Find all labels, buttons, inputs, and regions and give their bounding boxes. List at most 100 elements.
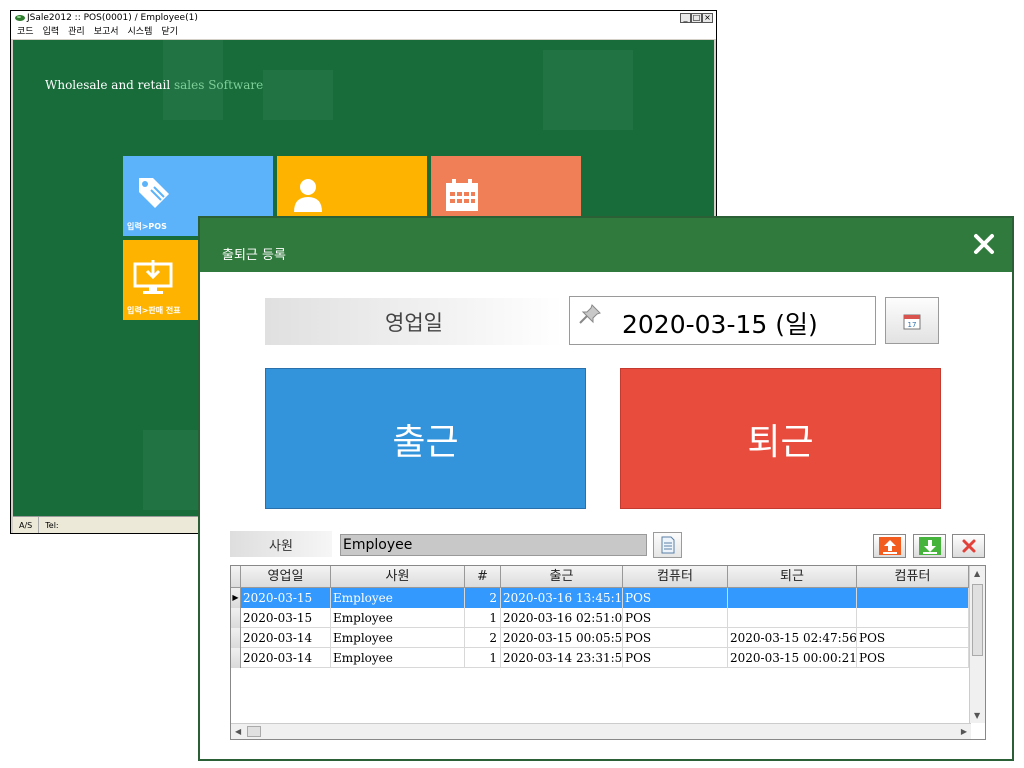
app-logo-icon xyxy=(15,15,25,21)
menu-item-close[interactable]: 닫기 xyxy=(161,25,178,39)
business-date-label: 영업일 xyxy=(265,298,563,345)
decoration-square xyxy=(263,70,333,120)
cell-out-computer xyxy=(857,608,969,628)
document-icon xyxy=(661,536,674,554)
scroll-down-icon[interactable]: ▼ xyxy=(974,711,980,720)
attendance-dialog: 출퇴근 등록 영업일 2020-03-15 (일) 17 출근 퇴근 사원 Em… xyxy=(198,216,1014,761)
cell-check-out xyxy=(728,588,857,608)
delete-button[interactable] xyxy=(952,534,985,558)
col-header-check-out[interactable]: 퇴근 xyxy=(728,566,857,588)
cell-employee: Employee xyxy=(331,608,465,628)
cell-check-in: 2020-03-14 23:31:52 xyxy=(501,648,623,668)
table-row[interactable]: 2020-03-14 Employee 2 2020-03-15 00:05:52 PO… xyxy=(231,628,969,648)
cell-in-computer: POS xyxy=(623,608,728,628)
col-header-out-computer[interactable]: 컴퓨터 xyxy=(857,566,969,588)
cell-check-out: 2020-03-15 00:00:21 xyxy=(728,648,857,668)
cell-date: 2020-03-15 xyxy=(241,608,331,628)
current-row-indicator-icon[interactable]: ▶ xyxy=(231,588,241,608)
menu-item-system[interactable]: 시스템 xyxy=(128,25,153,39)
horizontal-scroll-thumb[interactable] xyxy=(247,726,261,737)
decoration-square xyxy=(143,430,203,510)
dialog-title: 출퇴근 등록 xyxy=(222,248,286,263)
cell-check-out: 2020-03-15 02:47:56 xyxy=(728,628,857,648)
attendance-grid: 영업일 사원 # 출근 컴퓨터 퇴근 컴퓨터 ▶ 2020-03-15 Employ… xyxy=(230,565,986,740)
col-header-check-in[interactable]: 출근 xyxy=(501,566,623,588)
import-button[interactable] xyxy=(913,534,946,558)
vertical-scrollbar[interactable]: ▲ ▼ xyxy=(969,566,985,723)
check-in-button[interactable]: 출근 xyxy=(265,368,586,509)
employee-label: 사원 xyxy=(230,531,332,557)
window-controls: _ □ × xyxy=(680,13,713,23)
cell-check-in: 2020-03-16 13:45:19 xyxy=(501,588,623,608)
business-date-value: 2020-03-15 (일) xyxy=(622,310,818,339)
cell-date: 2020-03-14 xyxy=(241,628,331,648)
grid-header: 영업일 사원 # 출근 컴퓨터 퇴근 컴퓨터 xyxy=(231,566,969,588)
check-out-button[interactable]: 퇴근 xyxy=(620,368,941,509)
cell-seq: 1 xyxy=(465,608,501,628)
cell-seq: 2 xyxy=(465,588,501,608)
employee-lookup-button[interactable] xyxy=(653,532,682,558)
table-row[interactable]: 2020-03-15 Employee 1 2020-03-16 02:51:02 PO… xyxy=(231,608,969,628)
grid-header-corner xyxy=(231,566,241,588)
minimize-button[interactable]: _ xyxy=(680,13,691,23)
close-icon[interactable] xyxy=(972,232,996,256)
col-header-date[interactable]: 영업일 xyxy=(241,566,331,588)
main-title-bar: JSale2012 :: POS(0001) / Employee(1) _ □… xyxy=(11,11,716,25)
employee-field[interactable]: Employee xyxy=(340,534,647,556)
cell-check-in: 2020-03-16 02:51:02 xyxy=(501,608,623,628)
download-icon xyxy=(918,537,941,555)
cell-seq: 1 xyxy=(465,648,501,668)
tile-label: 입력>판매 전표 xyxy=(127,306,181,315)
vertical-scroll-thumb[interactable] xyxy=(972,584,983,656)
menu-item-manage[interactable]: 관리 xyxy=(68,25,85,39)
cell-seq: 2 xyxy=(465,628,501,648)
table-row[interactable]: ▶ 2020-03-15 Employee 2 2020-03-16 13:45:19 P… xyxy=(231,588,969,608)
col-header-in-computer[interactable]: 컴퓨터 xyxy=(623,566,728,588)
tagline-light: sales Software xyxy=(173,78,264,92)
decoration-square xyxy=(543,50,633,130)
menu-item-report[interactable]: 보고서 xyxy=(94,25,119,39)
cell-employee: Employee xyxy=(331,648,465,668)
cell-in-computer: POS xyxy=(623,628,728,648)
horizontal-scrollbar[interactable]: ◀ ▶ xyxy=(231,723,971,739)
delete-x-icon xyxy=(962,539,975,553)
main-menu-bar: 코드 입력 관리 보고서 시스템 닫기 xyxy=(11,25,716,39)
calendar-button[interactable]: 17 xyxy=(885,297,939,344)
cell-in-computer: POS xyxy=(623,588,728,608)
table-row[interactable]: 2020-03-14 Employee 1 2020-03-14 23:31:52 PO… xyxy=(231,648,969,668)
menu-item-code[interactable]: 코드 xyxy=(17,25,34,39)
scroll-left-icon[interactable]: ◀ xyxy=(235,727,241,736)
cell-employee: Employee xyxy=(331,628,465,648)
row-header[interactable] xyxy=(231,628,241,648)
svg-text:17: 17 xyxy=(908,321,917,329)
export-button[interactable] xyxy=(873,534,906,558)
scroll-up-icon[interactable]: ▲ xyxy=(974,569,980,578)
cell-check-out xyxy=(728,608,857,628)
maximize-button[interactable]: □ xyxy=(691,13,702,23)
tile-label: 입력>POS xyxy=(127,222,167,231)
calendar-icon xyxy=(446,179,478,211)
menu-item-input[interactable]: 입력 xyxy=(43,25,60,39)
pushpin-icon xyxy=(579,304,601,324)
row-header[interactable] xyxy=(231,608,241,628)
status-as: A/S xyxy=(13,517,40,533)
close-window-button[interactable]: × xyxy=(702,13,713,23)
cell-out-computer xyxy=(857,588,969,608)
business-date-field[interactable]: 2020-03-15 (일) xyxy=(569,296,876,345)
tagline-main: Wholesale and retail xyxy=(45,78,174,92)
col-header-seq[interactable]: # xyxy=(465,566,501,588)
row-header[interactable] xyxy=(231,648,241,668)
dialog-header: 출퇴근 등록 xyxy=(200,218,1012,272)
person-icon xyxy=(294,179,322,212)
cell-employee: Employee xyxy=(331,588,465,608)
main-title-text: JSale2012 :: POS(0001) / Employee(1) xyxy=(27,13,198,23)
cell-check-in: 2020-03-15 00:05:52 xyxy=(501,628,623,648)
cell-out-computer: POS xyxy=(857,628,969,648)
cell-date: 2020-03-14 xyxy=(241,648,331,668)
download-monitor-icon xyxy=(133,260,173,294)
col-header-employee[interactable]: 사원 xyxy=(331,566,465,588)
calendar-icon: 17 xyxy=(903,314,921,329)
upload-icon xyxy=(878,537,901,555)
scroll-right-icon[interactable]: ▶ xyxy=(961,727,967,736)
tagline: Wholesale and retail sales Software xyxy=(45,78,263,92)
